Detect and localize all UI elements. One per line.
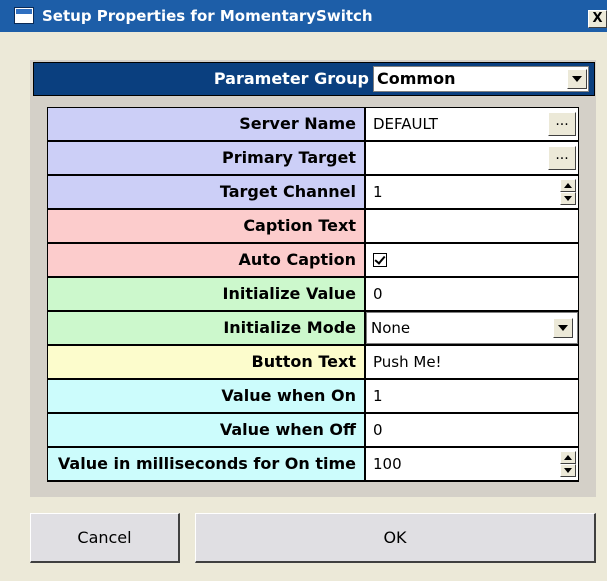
chevron-down-icon[interactable] — [567, 69, 587, 89]
value-when-on-value: 1 — [373, 387, 383, 405]
value-when-off-field[interactable]: 0 — [366, 414, 578, 446]
ok-button[interactable]: OK — [195, 513, 596, 563]
row-caption-text: Caption Text — [47, 209, 579, 242]
primary-target-label: Primary Target — [48, 142, 364, 174]
value-when-off-label: Value when Off — [48, 414, 364, 446]
spin-up-icon[interactable] — [560, 179, 576, 192]
auto-caption-checkbox[interactable] — [373, 253, 387, 267]
auto-caption-cell — [366, 244, 578, 276]
on-time-field[interactable]: 100 — [366, 448, 578, 480]
value-when-on-label: Value when On — [48, 380, 364, 412]
row-target-channel: Target Channel 1 — [47, 175, 579, 208]
row-initialize-value: Initialize Value 0 — [47, 277, 579, 310]
spin-up-icon[interactable] — [560, 451, 576, 464]
browse-button[interactable]: ... — [548, 146, 576, 170]
target-channel-value: 1 — [373, 183, 383, 201]
title-bar: Setup Properties for MomentarySwitch — [0, 0, 607, 32]
button-text-value: Push Me! — [373, 353, 442, 371]
target-channel-field[interactable]: 1 — [366, 176, 578, 208]
chevron-down-icon[interactable] — [553, 318, 573, 338]
caption-text-field[interactable] — [366, 210, 578, 242]
browse-button[interactable]: ... — [548, 112, 576, 136]
spin-down-icon[interactable] — [560, 464, 576, 477]
initialize-mode-select[interactable]: None — [366, 312, 578, 344]
parameter-group-value: Common — [377, 69, 456, 88]
auto-caption-label: Auto Caption — [48, 244, 364, 276]
parameter-group-label: Parameter Group — [213, 69, 369, 88]
server-name-label: Server Name — [48, 108, 364, 140]
row-primary-target: Primary Target ... — [47, 141, 579, 174]
initialize-value-value: 0 — [373, 285, 383, 303]
server-name-value: DEFAULT — [373, 115, 438, 133]
button-text-label: Button Text — [48, 346, 364, 378]
row-initialize-mode: Initialize Mode None — [47, 311, 579, 344]
cancel-button[interactable]: Cancel — [30, 513, 180, 563]
row-on-time: Value in milliseconds for On time 100 — [47, 447, 579, 480]
spin-down-icon[interactable] — [560, 192, 576, 205]
row-value-when-on: Value when On 1 — [47, 379, 579, 412]
on-time-label: Value in milliseconds for On time — [48, 448, 364, 480]
caption-text-label: Caption Text — [48, 210, 364, 242]
primary-target-field[interactable]: ... — [366, 142, 578, 174]
window-app-icon — [14, 7, 34, 24]
window-title: Setup Properties for MomentarySwitch — [42, 7, 373, 25]
initialize-value-label: Initialize Value — [48, 278, 364, 310]
button-text-field[interactable]: Push Me! — [366, 346, 578, 378]
dialog-window: Setup Properties for MomentarySwitch X P… — [0, 0, 607, 581]
on-time-spinner[interactable] — [560, 451, 576, 477]
parameter-group-select[interactable]: Common — [373, 66, 589, 92]
initialize-mode-label: Initialize Mode — [48, 312, 364, 344]
properties-grid: Server Name DEFAULT ... Primary Target .… — [47, 107, 579, 482]
parameter-group-header: Parameter Group Common — [33, 62, 595, 96]
close-button[interactable]: X — [588, 10, 607, 28]
value-when-on-field[interactable]: 1 — [366, 380, 578, 412]
row-value-when-off: Value when Off 0 — [47, 413, 579, 446]
initialize-mode-value: None — [371, 319, 411, 337]
target-channel-spinner[interactable] — [560, 179, 576, 205]
target-channel-label: Target Channel — [48, 176, 364, 208]
initialize-value-field[interactable]: 0 — [366, 278, 578, 310]
on-time-value: 100 — [373, 455, 402, 473]
row-server-name: Server Name DEFAULT ... — [47, 107, 579, 140]
server-name-field[interactable]: DEFAULT ... — [366, 108, 578, 140]
row-auto-caption: Auto Caption — [47, 243, 579, 276]
row-button-text: Button Text Push Me! — [47, 345, 579, 378]
value-when-off-value: 0 — [373, 421, 383, 439]
